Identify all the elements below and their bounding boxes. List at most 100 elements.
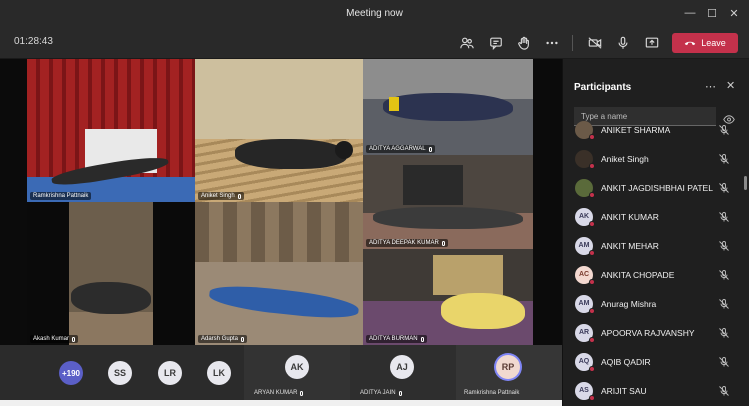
status-dot [589, 366, 595, 372]
muted-mic-icon[interactable] [718, 269, 730, 281]
participants-icon[interactable] [456, 32, 478, 54]
muted-mic-icon [441, 240, 445, 246]
participant-name: ARYAN KUMAR [254, 390, 304, 396]
tile-name-label: ADITYA BURMAN [366, 335, 427, 343]
participant-strip-tile[interactable]: RP Ramkrishna Pattnaik [456, 345, 562, 400]
status-dot [589, 395, 595, 401]
participant-row[interactable]: AM Anurag Mishra [563, 289, 749, 318]
status-dot [589, 221, 595, 227]
leave-button[interactable]: Leave [672, 33, 738, 53]
maximize-icon[interactable]: ☐ [703, 4, 721, 22]
tile-name-label: Ramkrishna Pattnaik [30, 192, 92, 200]
status-dot [589, 250, 595, 256]
participant-row[interactable]: AS ARIJIT SAU [563, 376, 749, 405]
participant-name: ANKIT JAGDISHBHAI PATEL [601, 182, 713, 193]
muted-mic-icon [237, 193, 241, 199]
video-tile[interactable]: Akash Kumar [27, 202, 195, 345]
participant-name: Anurag Mishra [601, 298, 657, 309]
video-tile[interactable]: Ramkrishna Pattnaik [27, 59, 195, 202]
participant-row[interactable]: ANIKET SHARMA [563, 115, 749, 144]
participant-name: Ramkrishna Pattnaik [464, 390, 520, 396]
participant-avatar[interactable]: LR [158, 361, 182, 385]
participant-name: ARIJIT SAU [601, 385, 647, 396]
video-grid: Ramkrishna Pattnaik Aniket Singh ADITYA … [0, 59, 562, 345]
participant-name: ANKIT MEHAR [601, 240, 659, 251]
window-bottom-edge [0, 400, 562, 406]
muted-mic-icon[interactable] [718, 240, 730, 252]
muted-mic-icon[interactable] [718, 385, 730, 397]
video-tile[interactable]: ADITYA BURMAN [363, 249, 533, 345]
muted-mic-icon[interactable] [718, 153, 730, 165]
close-icon[interactable]: ✕ [725, 4, 743, 22]
participants-panel: Participants ⋯ ✕ ANIKET SHARMA Aniket Si… [562, 59, 749, 406]
muted-mic-icon [72, 336, 76, 342]
participant-row[interactable]: AR APOORVA RAJVANSHY [563, 318, 749, 347]
floor [69, 312, 153, 345]
leave-label: Leave [701, 38, 726, 48]
person-silhouette [383, 93, 513, 121]
muted-mic-icon [398, 390, 402, 396]
panel-title: Participants [574, 82, 632, 93]
title-bar: Meeting now — ☐ ✕ [0, 0, 749, 26]
panel-scrollbar[interactable] [744, 176, 747, 190]
window-title: Meeting now [346, 7, 403, 19]
meeting-toolbar: 01:28:43 Leave [0, 26, 749, 59]
participant-row[interactable]: AQ AQIB QADIR [563, 347, 749, 376]
video-tile[interactable]: ADITYA DEEPAK KUMAR [363, 155, 533, 249]
panel-close-icon[interactable]: ✕ [726, 79, 735, 92]
status-dot [589, 192, 595, 198]
muted-mic-icon[interactable] [718, 182, 730, 194]
video-tile[interactable]: Adarsh Gupta [195, 202, 363, 345]
muted-mic-icon [420, 336, 424, 342]
microphone-icon[interactable] [612, 32, 634, 54]
muted-mic-icon[interactable] [718, 124, 730, 136]
status-dot [589, 279, 595, 285]
participant-row[interactable]: AC ANKITA CHOPADE [563, 260, 749, 289]
wall-backdrop [195, 59, 363, 139]
shelf-backdrop [195, 202, 363, 262]
toolbar-divider [572, 35, 573, 51]
muted-mic-icon[interactable] [718, 211, 730, 223]
tile-name-label: ADITYA DEEPAK KUMAR [366, 239, 448, 247]
person-silhouette [441, 293, 525, 329]
tile-name-label: Akash Kumar [30, 335, 79, 343]
participant-row[interactable]: ANKIT JAGDISHBHAI PATEL [563, 173, 749, 202]
participant-strip-tile[interactable]: AJ ADITYA JAIN [350, 345, 456, 400]
participant-avatar[interactable]: LK [207, 361, 231, 385]
participant-avatar: AJ [390, 355, 414, 379]
participant-name: APOORVA RAJVANSHY [601, 327, 695, 338]
raise-hand-icon[interactable] [513, 32, 535, 54]
muted-mic-icon[interactable] [718, 356, 730, 368]
person-silhouette [71, 282, 151, 314]
yellow-band [389, 97, 399, 111]
tile-name-label: Adarsh Gupta [198, 335, 248, 343]
participant-strip: +190 SS LR LK AK ARYAN KUMAR AJ ADITYA J… [0, 345, 562, 400]
participant-row[interactable]: AM ANKIT MEHAR [563, 231, 749, 260]
chat-icon[interactable] [485, 32, 507, 54]
participant-row[interactable]: AK ANKIT KUMAR [563, 202, 749, 231]
camera-off-icon[interactable] [584, 32, 606, 54]
person-head [335, 141, 353, 159]
status-dot [589, 337, 595, 343]
person-silhouette [373, 207, 523, 229]
video-tile[interactable]: ADITYA AGGARWAL [363, 59, 533, 155]
speaking-avatar: RP [496, 355, 520, 379]
more-participants-button[interactable]: +190 [59, 361, 83, 385]
status-dot [589, 163, 595, 169]
participant-name: ANKITA CHOPADE [601, 269, 675, 280]
video-tile[interactable]: Aniket Singh [195, 59, 363, 202]
tv-cabinet [403, 165, 463, 205]
tile-name-label: Aniket Singh [198, 192, 244, 200]
participant-row[interactable]: Aniket Singh [563, 144, 749, 173]
minimize-icon[interactable]: — [681, 4, 699, 22]
more-options-icon[interactable] [541, 32, 563, 54]
share-screen-icon[interactable] [641, 32, 663, 54]
tile-name-label: ADITYA AGGARWAL [366, 145, 435, 153]
muted-mic-icon[interactable] [718, 327, 730, 339]
participant-avatar[interactable]: SS [108, 361, 132, 385]
muted-mic-icon[interactable] [718, 298, 730, 310]
participant-name: ANIKET SHARMA [601, 124, 671, 135]
participant-strip-tile[interactable]: AK ARYAN KUMAR [244, 345, 350, 400]
panel-more-options-icon[interactable]: ⋯ [705, 80, 716, 93]
participant-name: Aniket Singh [601, 153, 649, 164]
